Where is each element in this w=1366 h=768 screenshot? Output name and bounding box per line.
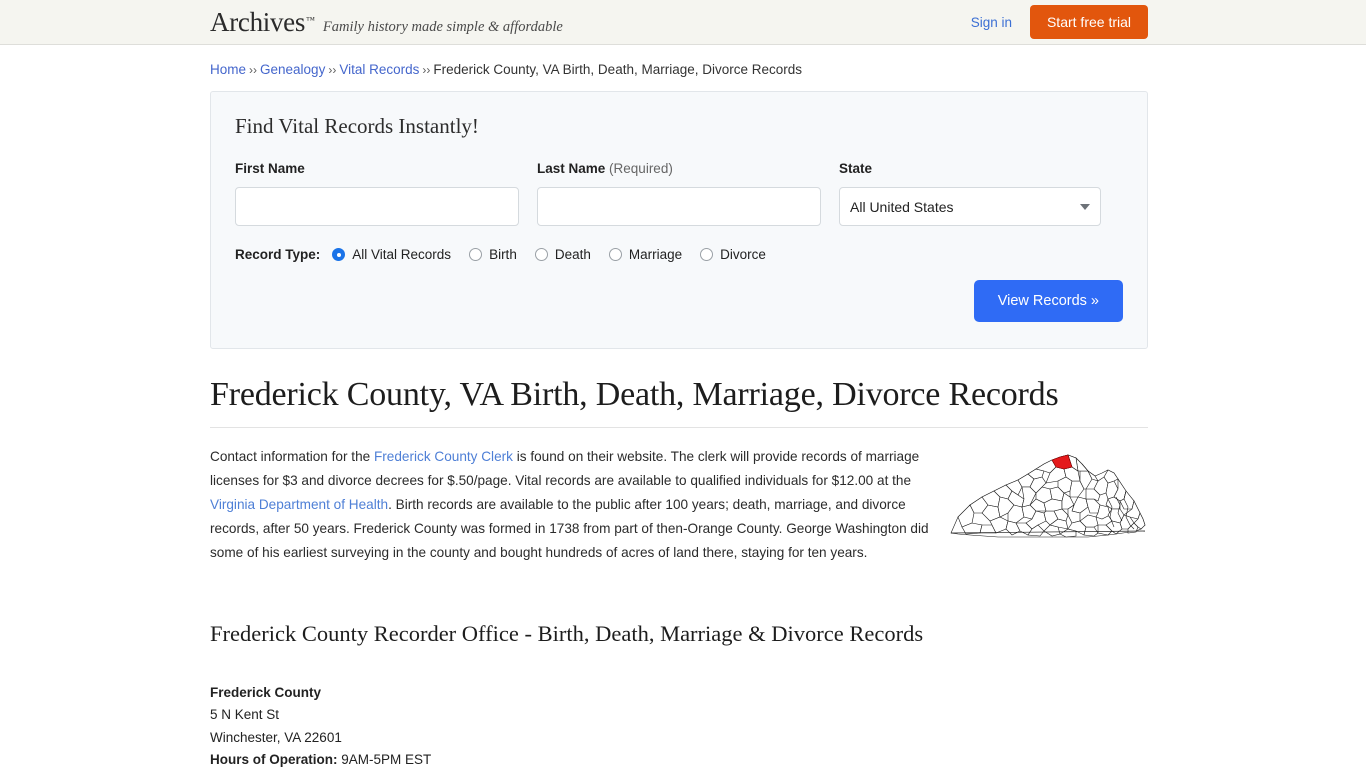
breadcrumb-item-genealogy[interactable]: Genealogy [260,62,325,77]
record-type-option-label: Death [554,247,591,262]
office-name: Frederick County [210,685,322,700]
record-type-row: Record Type: All Vital Records Birth Dea… [235,247,1123,262]
radio-icon-birth[interactable] [469,248,483,261]
first-name-label: First Name [235,161,305,176]
first-name-input[interactable] [235,187,519,226]
office-city-state-zip: Winchester, VA 22601 [210,729,342,745]
office-hours-value: 9AM-5PM EST [341,751,432,767]
record-type-option-death[interactable]: Death [534,247,591,262]
state-select-value: All United States [850,198,954,215]
description-paragraph: Contact information for the Frederick Co… [210,445,940,565]
first-name-field-group: First Name [235,161,519,226]
description-text-part1: Contact information for the [210,449,374,464]
breadcrumb-item-vital-records[interactable]: Vital Records [339,62,419,77]
view-records-button[interactable]: View Records » [973,280,1123,322]
breadcrumb-separator: ›› [422,63,431,77]
start-free-trial-button[interactable]: Start free trial [1029,5,1148,39]
site-header: Archives ™ Family history made simple & a… [0,0,1366,45]
vital-records-search-panel: Find Vital Records Instantly! First Name… [210,91,1148,349]
virginia-county-map [948,445,1148,548]
record-type-option-label: All Vital Records [352,247,452,262]
brand-tagline: Family history made simple & affordable [322,18,563,35]
sign-in-link[interactable]: Sign in [971,15,1012,30]
last-name-label-text: Last Name [537,161,606,176]
search-panel-title: Find Vital Records Instantly! [235,114,479,138]
breadcrumb-separator: ›› [328,63,337,77]
radio-icon-divorce[interactable] [700,248,714,261]
breadcrumb-item-home[interactable]: Home [210,62,246,77]
state-select[interactable]: All United States [839,187,1101,226]
record-type-option-all-vital-records[interactable]: All Vital Records [332,247,451,262]
record-type-label: Record Type: [235,247,321,262]
office-hours-label: Hours of Operation: [210,751,338,767]
breadcrumb-item-current: Frederick County, VA Birth, Death, Marri… [433,62,803,77]
last-name-field-group: Last Name (Required) [537,161,821,226]
record-type-option-divorce[interactable]: Divorce [700,247,766,262]
brand-name: Archives [210,6,306,37]
radio-icon-death[interactable] [534,248,548,261]
record-type-option-label: Marriage [628,247,683,262]
trademark-icon: ™ [306,14,315,25]
brand-logo[interactable]: Archives ™ Family history made simple & a… [210,6,563,37]
radio-icon-all-vital-records[interactable] [332,248,346,261]
state-field-group: State All United States [839,161,1101,226]
state-label: State [839,161,873,176]
last-name-label: Last Name (Required) [537,161,821,177]
page-title: Frederick County, VA Birth, Death, Marri… [210,376,1148,428]
description-block: Contact information for the Frederick Co… [210,445,1148,565]
last-name-input[interactable] [537,187,821,226]
breadcrumb: Home ›› Genealogy ›› Vital Records ›› Frederic… [210,45,1148,91]
office-street: 5 N Kent St [210,707,280,723]
recorder-office-address-block: Frederick County 5 N Kent St Winchester,… [210,682,1148,768]
radio-icon-marriage[interactable] [608,248,622,261]
frederick-county-clerk-link[interactable]: Frederick County Clerk [374,449,513,464]
record-type-option-label: Birth [489,247,517,262]
record-type-option-marriage[interactable]: Marriage [608,247,683,262]
breadcrumb-separator: ›› [249,63,258,77]
record-type-option-birth[interactable]: Birth [469,247,517,262]
recorder-office-section-title: Frederick County Recorder Office - Birth… [210,621,924,646]
virginia-department-of-health-link[interactable]: Virginia Department of Health [210,497,388,512]
office-hours: Hours of Operation: 9AM-5PM EST [210,749,1148,768]
record-type-option-label: Divorce [720,247,766,262]
virginia-map-icon [950,454,1146,538]
last-name-required-note: (Required) [609,161,673,176]
